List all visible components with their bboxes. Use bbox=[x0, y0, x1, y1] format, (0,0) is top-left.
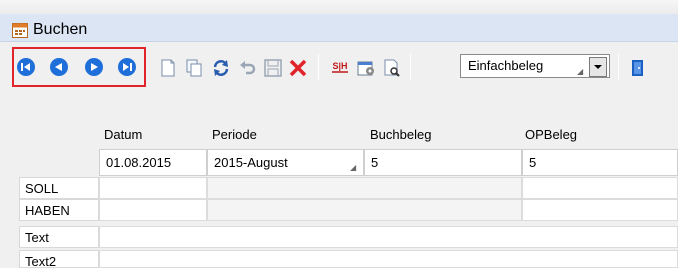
refresh-icon[interactable] bbox=[211, 58, 231, 78]
new-document-icon[interactable] bbox=[158, 58, 178, 78]
exit-icon[interactable] bbox=[628, 58, 648, 78]
split-icon[interactable]: S|H bbox=[330, 58, 350, 78]
opbeleg-value: 5 bbox=[529, 155, 537, 170]
header-periode: Periode bbox=[212, 127, 257, 142]
row-label-text2: Text2 bbox=[19, 250, 99, 269]
last-record-icon[interactable] bbox=[117, 57, 137, 77]
properties-icon[interactable] bbox=[356, 58, 376, 78]
haben-amount-cell[interactable] bbox=[99, 199, 207, 221]
opbeleg-field[interactable]: 5 bbox=[522, 149, 678, 176]
row-label-text: Text bbox=[19, 226, 99, 248]
save-icon[interactable] bbox=[263, 58, 283, 78]
copy-document-icon[interactable] bbox=[184, 58, 204, 78]
row-label-haben: HABEN bbox=[19, 199, 99, 221]
document-type-value: Einfachbeleg bbox=[468, 58, 544, 73]
buchbeleg-value: 5 bbox=[371, 155, 379, 170]
calendar-icon bbox=[12, 22, 28, 38]
header-buchbeleg: Buchbeleg bbox=[370, 127, 432, 142]
periode-value: 2015-August bbox=[214, 155, 288, 170]
soll-amount-cell[interactable] bbox=[99, 177, 207, 199]
toolbar-separator bbox=[618, 54, 619, 80]
row-label-soll: SOLL bbox=[19, 177, 99, 199]
soll-extra-cell[interactable] bbox=[522, 177, 678, 199]
document-type-select[interactable]: Einfachbeleg ◢ bbox=[460, 54, 610, 78]
dropdown-button[interactable] bbox=[589, 57, 607, 77]
soll-account-cell[interactable] bbox=[207, 177, 522, 199]
header-datum: Datum bbox=[104, 127, 143, 142]
first-record-icon[interactable] bbox=[16, 57, 36, 77]
undo-icon[interactable] bbox=[238, 58, 258, 78]
buchbeleg-field[interactable]: 5 bbox=[364, 149, 522, 176]
split-label: S|H bbox=[332, 61, 347, 71]
datum-value: 01.08.2015 bbox=[106, 155, 172, 170]
text-field[interactable] bbox=[99, 226, 678, 248]
document-search-icon[interactable] bbox=[382, 58, 402, 78]
toolbar-separator bbox=[318, 54, 319, 80]
delete-icon[interactable] bbox=[288, 58, 308, 78]
toolbar-separator bbox=[410, 54, 411, 80]
chevron-down-icon bbox=[594, 65, 602, 69]
top-strip bbox=[0, 0, 678, 14]
header-opbeleg: OPBeleg bbox=[525, 127, 578, 142]
haben-account-cell[interactable] bbox=[207, 199, 522, 221]
window-title: Buchen bbox=[33, 21, 88, 38]
resize-grip-icon: ◢ bbox=[350, 163, 357, 172]
datum-field[interactable]: 01.08.2015 bbox=[99, 149, 207, 176]
next-record-icon[interactable] bbox=[84, 57, 104, 77]
previous-record-icon[interactable] bbox=[49, 57, 69, 77]
title-bar bbox=[0, 14, 678, 42]
text2-field[interactable] bbox=[99, 250, 678, 268]
periode-field[interactable]: 2015-August ◢ bbox=[207, 149, 364, 176]
resize-grip-icon: ◢ bbox=[577, 67, 584, 76]
haben-extra-cell[interactable] bbox=[522, 199, 678, 221]
